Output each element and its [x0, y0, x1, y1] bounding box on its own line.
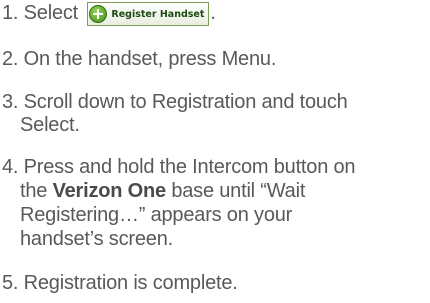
step-5: 5. Registration is complete.: [2, 272, 238, 295]
step-number: 2.: [2, 48, 19, 70]
register-handset-label: Register Handset: [111, 8, 205, 20]
step-number: 5.: [2, 272, 19, 294]
step-text: base until “Wait: [171, 180, 306, 202]
register-handset-button[interactable]: Register Handset: [87, 2, 210, 26]
step-text: Registration is complete.: [23, 272, 238, 294]
step-text: Press and hold the Intercom button on: [23, 156, 356, 178]
step-3: 3. Scroll down to Registration and touch: [2, 91, 348, 114]
step-text: handset’s screen.: [20, 228, 173, 250]
step-text: On the handset, press Menu.: [23, 48, 277, 70]
step-3-continuation: Select.: [20, 114, 80, 137]
product-name: Verizon One: [52, 180, 167, 202]
step-4-line-3: Registering…” appears on your: [20, 204, 292, 227]
step-text: Scroll down to Registration and touch: [23, 91, 348, 113]
step-number: 1.: [2, 2, 19, 24]
step-4-line-4: handset’s screen.: [20, 228, 173, 251]
instruction-steps: 1. Select Register Handset . 2. On the h…: [0, 0, 430, 303]
step-text: Select.: [20, 114, 80, 136]
step-2: 2. On the handset, press Menu.: [2, 48, 276, 71]
step-text: Select: [23, 2, 79, 24]
plus-circle-icon: [89, 5, 108, 23]
step-text: the: [20, 180, 48, 202]
step-4: 4. Press and hold the Intercom button on: [2, 156, 356, 179]
step-number: 3.: [2, 91, 19, 113]
step-text: Registering…” appears on your: [20, 204, 293, 226]
step-4-line-2: the Verizon One base until “Wait: [20, 180, 305, 203]
step-text-end: .: [210, 2, 216, 24]
step-1: 1. Select Register Handset .: [2, 2, 216, 26]
step-number: 4.: [2, 156, 19, 178]
